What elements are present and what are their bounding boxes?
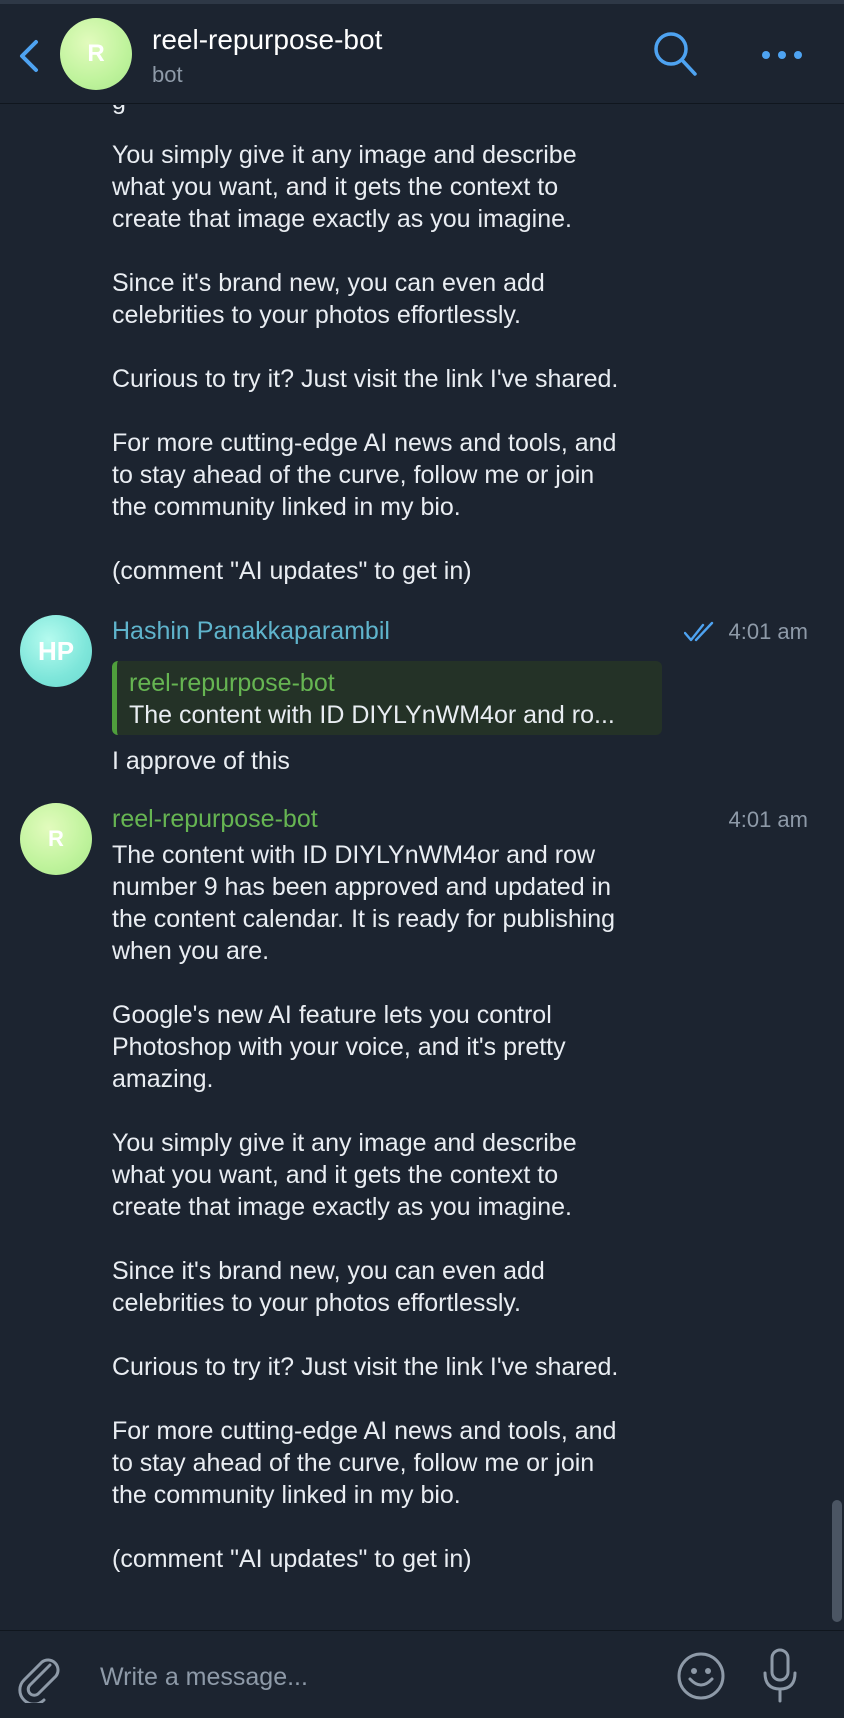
reply-quote-text: The content with ID DIYLYnWM4or and ro..… [129, 701, 615, 729]
message-input[interactable] [100, 1659, 660, 1695]
message-time: 4:01 am [728, 807, 809, 832]
bot-avatar[interactable]: R [20, 803, 92, 875]
message-list[interactable]: g You simply give it any image and descr… [0, 105, 844, 1630]
message-paragraph: The content with ID DIYLYnWM4or and row … [112, 841, 616, 965]
message-paragraph: You simply give it any image and describ… [112, 141, 577, 233]
reply-quote[interactable]: reel-repurpose-bot The content with ID D… [112, 661, 662, 735]
microphone-icon[interactable] [760, 1647, 800, 1705]
double-check-icon [684, 621, 714, 642]
message-paragraph: Curious to try it? Just visit the link I… [112, 1353, 619, 1381]
message-paragraph: Since it's brand new, you can even add c… [112, 269, 545, 329]
message-paragraph: Curious to try it? Just visit the link I… [112, 365, 619, 393]
chat-title[interactable]: reel-repurpose-bot [152, 24, 382, 56]
chat-subtitle: bot [152, 62, 183, 87]
chat-header: R reel-repurpose-bot bot [0, 4, 844, 104]
search-icon[interactable] [652, 30, 698, 78]
more-options-icon[interactable] [758, 40, 806, 70]
reply-quote-sender: reel-repurpose-bot [129, 669, 335, 697]
user-avatar-initials: HP [37, 635, 75, 666]
back-arrow-icon[interactable] [12, 34, 48, 78]
message-paragraph: Since it's brand new, you can even add c… [112, 1257, 545, 1317]
chat-avatar-initial: R [87, 40, 105, 67]
paperclip-icon[interactable] [16, 1651, 64, 1703]
user-avatar[interactable]: HP [20, 615, 92, 687]
message-paragraph: Google's new AI feature lets you control… [112, 1001, 566, 1093]
chat-avatar[interactable]: R [60, 18, 132, 90]
message-time: 4:01 am [728, 619, 809, 644]
message-paragraph: (comment "AI updates" to get in) [112, 557, 472, 585]
message-sender-name[interactable]: reel-repurpose-bot [112, 805, 318, 834]
bot-avatar-initial: R [48, 826, 64, 851]
message-text-fragment: g [112, 105, 692, 117]
message-sender-name[interactable]: Hashin Panakkaparambil [112, 617, 390, 646]
message-paragraph: (comment "AI updates" to get in) [112, 1545, 472, 1573]
emoji-icon[interactable] [676, 1651, 726, 1701]
message-paragraph: You simply give it any image and describ… [112, 1129, 577, 1221]
scrollbar-thumb[interactable] [832, 1500, 842, 1622]
message-text: I approve of this [112, 747, 290, 775]
message-composer [0, 1630, 844, 1718]
message-paragraph: For more cutting-edge AI news and tools,… [112, 1417, 617, 1509]
message-paragraph: For more cutting-edge AI news and tools,… [112, 429, 617, 521]
